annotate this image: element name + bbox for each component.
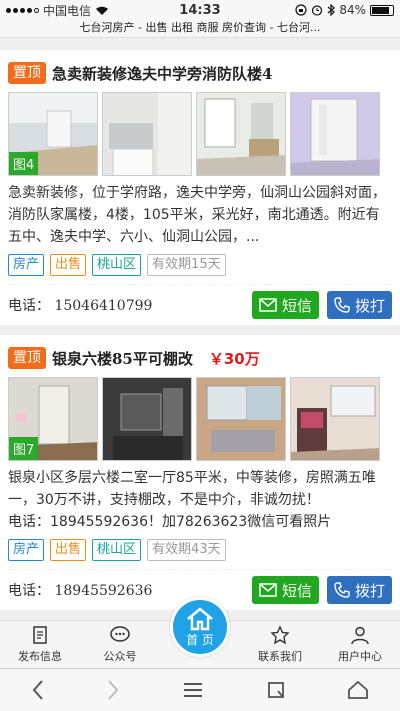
nav-public-account-label: 公众号 <box>103 650 137 663</box>
alarm-icon <box>312 5 323 16</box>
battery-percent: 84% <box>339 3 366 17</box>
carrier-label: 中国电信 <box>43 3 92 18</box>
listing-photo[interactable] <box>102 92 192 176</box>
signal-icon <box>6 7 39 13</box>
browser-toolbar <box>0 668 400 711</box>
tag-category[interactable]: 房产 <box>8 254 45 276</box>
tag-validity: 有效期15天 <box>147 254 226 276</box>
nav-public-account[interactable]: 公众号 <box>80 621 160 668</box>
menu-icon[interactable] <box>182 681 204 699</box>
lock-rotation-icon <box>295 4 307 16</box>
page-url-title[interactable]: 七台河房产 - 出售 出租 商服 房价查询 - 七台河... <box>0 20 400 38</box>
nav-contact-us-label: 联系我们 <box>258 650 302 663</box>
listing-photo[interactable]: 图4 <box>8 92 98 176</box>
star-icon <box>270 625 290 645</box>
status-bar: 中国电信 14:33 84% <box>0 0 400 20</box>
house-icon <box>187 606 213 630</box>
photo-count-badge: 图7 <box>9 437 39 460</box>
envelope-icon <box>259 298 277 312</box>
envelope-icon <box>259 583 277 597</box>
listing-card[interactable]: 置顶 银泉六楼85平可棚改 ￥30万 图7 银泉小区多层六楼二室一厅85平米，中… <box>0 335 400 610</box>
photo-count-badge: 图4 <box>9 152 39 175</box>
listing-photo[interactable] <box>102 377 192 461</box>
listing-photo[interactable] <box>196 92 286 176</box>
listing-photo[interactable] <box>196 377 286 461</box>
chat-icon <box>110 626 130 642</box>
nav-publish-label: 发布信息 <box>18 650 62 663</box>
listing-price: ￥30万 <box>208 349 260 368</box>
battery-icon <box>370 4 394 16</box>
listing-photo[interactable]: 图7 <box>8 377 98 461</box>
sms-button[interactable]: 短信 <box>251 576 319 604</box>
call-button[interactable]: 拨打 <box>326 576 392 604</box>
user-icon <box>351 626 369 645</box>
call-button-label: 拨打 <box>354 581 385 600</box>
contact-phone: 电话： 18945592636 <box>8 583 153 599</box>
listing-phone-note: 电话：18945592636！加78263623微信可看照片 <box>8 514 332 530</box>
listing-photo[interactable] <box>290 377 380 461</box>
phone-icon <box>334 297 350 313</box>
listing-title[interactable]: 银泉六楼85平可棚改 <box>52 348 193 369</box>
sms-button-label: 短信 <box>281 296 312 315</box>
sms-button-label: 短信 <box>281 581 312 600</box>
tabs-icon[interactable] <box>266 680 286 700</box>
pinned-badge: 置顶 <box>8 62 46 84</box>
contact-phone: 电话： 15046410799 <box>8 298 153 314</box>
home-outline-icon[interactable] <box>347 680 369 700</box>
forward-arrow-icon[interactable] <box>106 679 120 701</box>
nav-user-center[interactable]: 用户中心 <box>320 621 400 668</box>
tag-category[interactable]: 房产 <box>8 539 45 561</box>
listing-description: 急卖新装修，位于学府路，逸夫中学旁，仙洞山公园斜对面，消防队家属楼，4楼，105… <box>8 185 386 245</box>
tag-type[interactable]: 出售 <box>50 539 87 561</box>
nav-publish[interactable]: 发布信息 <box>0 621 80 668</box>
tag-validity: 有效期43天 <box>147 539 226 561</box>
sms-button[interactable]: 短信 <box>251 291 319 319</box>
home-button[interactable]: 首 页 <box>170 597 230 657</box>
listing-feed: 置顶 急卖新装修逸夫中学旁消防队楼4 图4 急卖新装修，位于学府路，逸夫中学旁，… <box>0 38 400 610</box>
document-icon <box>33 626 47 644</box>
tag-list: 房产 出售 桃山区 有效期43天 <box>8 539 392 561</box>
back-arrow-icon[interactable] <box>31 679 45 701</box>
tag-list: 房产 出售 桃山区 有效期15天 <box>8 254 392 276</box>
listing-description: 银泉小区多层六楼二室一厅85平米，中等装修，房照满五唯一，30万不讲，支持棚改，… <box>8 470 376 508</box>
bluetooth-icon <box>327 4 336 16</box>
listing-photo[interactable] <box>290 92 380 176</box>
bottom-nav: 发布信息 公众号 联系我们 用户中心 首 页 <box>0 597 400 668</box>
call-button[interactable]: 拨打 <box>326 291 392 319</box>
pinned-badge: 置顶 <box>8 347 46 369</box>
nav-user-center-label: 用户中心 <box>338 650 382 663</box>
home-button-label: 首 页 <box>186 632 214 647</box>
photo-strip[interactable]: 图4 <box>8 92 392 176</box>
listing-title[interactable]: 急卖新装修逸夫中学旁消防队楼4 <box>52 63 272 84</box>
nav-contact-us[interactable]: 联系我们 <box>240 621 320 668</box>
call-button-label: 拨打 <box>354 296 385 315</box>
tag-type[interactable]: 出售 <box>50 254 87 276</box>
wifi-icon <box>96 6 109 15</box>
tag-district[interactable]: 桃山区 <box>92 254 142 276</box>
listing-card[interactable]: 置顶 急卖新装修逸夫中学旁消防队楼4 图4 急卖新装修，位于学府路，逸夫中学旁，… <box>0 50 400 325</box>
photo-strip[interactable]: 图7 <box>8 377 392 461</box>
tag-district[interactable]: 桃山区 <box>92 539 142 561</box>
phone-icon <box>334 582 350 598</box>
